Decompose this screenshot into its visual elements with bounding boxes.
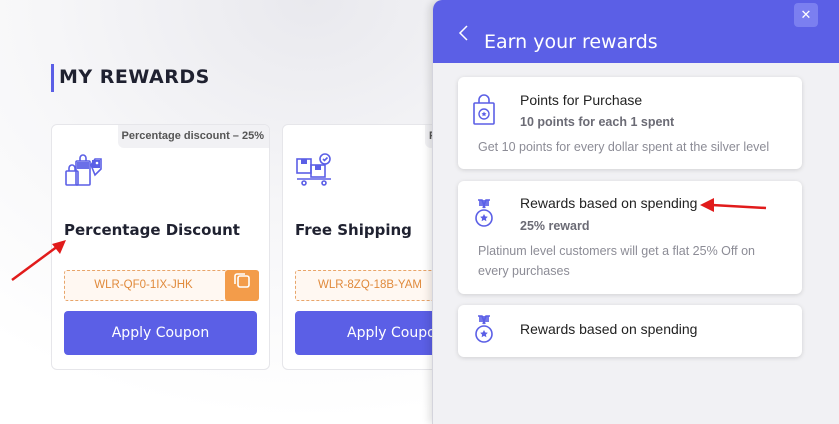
reward-description: Platinum level customers will get a flat… (478, 244, 755, 278)
reward-title: Rewards based on spending (520, 195, 698, 211)
delivery-boxes-icon (295, 151, 335, 189)
card-heading: Free Shipping (295, 221, 412, 239)
reward-subtitle: 25% reward (520, 219, 590, 233)
reward-card-free-shipping: Fr Free Shipping WLR-8ZQ-18B-YAM Apply C… (282, 124, 442, 370)
discount-badge: Percentage discount – 25% (117, 125, 269, 148)
reward-item-spending[interactable]: Rewards based on spending (458, 305, 802, 357)
coupon-code: WLR-8ZQ-18B-YAM (318, 279, 422, 291)
earn-rewards-panel: Earn your rewards ✕ Points for Purchase … (432, 0, 839, 424)
reward-card-percentage-discount: Percentage discount – 25% Percentage Dis… (51, 124, 270, 370)
page-title: MY REWARDS (59, 66, 210, 88)
coupon-code-field[interactable]: WLR-QF0-1IX-JHK (64, 270, 259, 301)
apply-coupon-button[interactable]: Apply Coupo (295, 311, 441, 355)
reward-item-points-for-purchase[interactable]: Points for Purchase 10 points for each 1… (458, 77, 802, 169)
close-button[interactable]: ✕ (794, 3, 818, 27)
medal-icon (471, 314, 497, 346)
reward-title: Rewards based on spending (520, 321, 698, 337)
apply-coupon-button[interactable]: Apply Coupon (64, 311, 257, 355)
copy-coupon-button[interactable] (225, 270, 259, 301)
reward-title: Points for Purchase (520, 92, 643, 108)
annotation-arrow-left (11, 240, 66, 282)
panel-title: Earn your rewards (484, 31, 658, 53)
medal-icon (471, 198, 497, 230)
title-accent-bar (51, 64, 54, 92)
card-heading: Percentage Discount (64, 221, 240, 239)
panel-header: Earn your rewards ✕ (433, 0, 839, 63)
shopping-bags-icon (64, 151, 104, 189)
back-chevron-icon[interactable] (457, 24, 471, 42)
annotation-arrow-right (700, 198, 767, 212)
reward-subtitle: 10 points for each 1 spent (520, 115, 675, 129)
coupon-code: WLR-QF0-1IX-JHK (94, 279, 193, 291)
reward-description: Get 10 points for every dollar spent at … (478, 140, 770, 154)
shopping-bag-icon (471, 94, 497, 126)
close-icon: ✕ (800, 7, 812, 22)
copy-icon (233, 271, 251, 301)
coupon-code-field[interactable]: WLR-8ZQ-18B-YAM (295, 270, 441, 301)
